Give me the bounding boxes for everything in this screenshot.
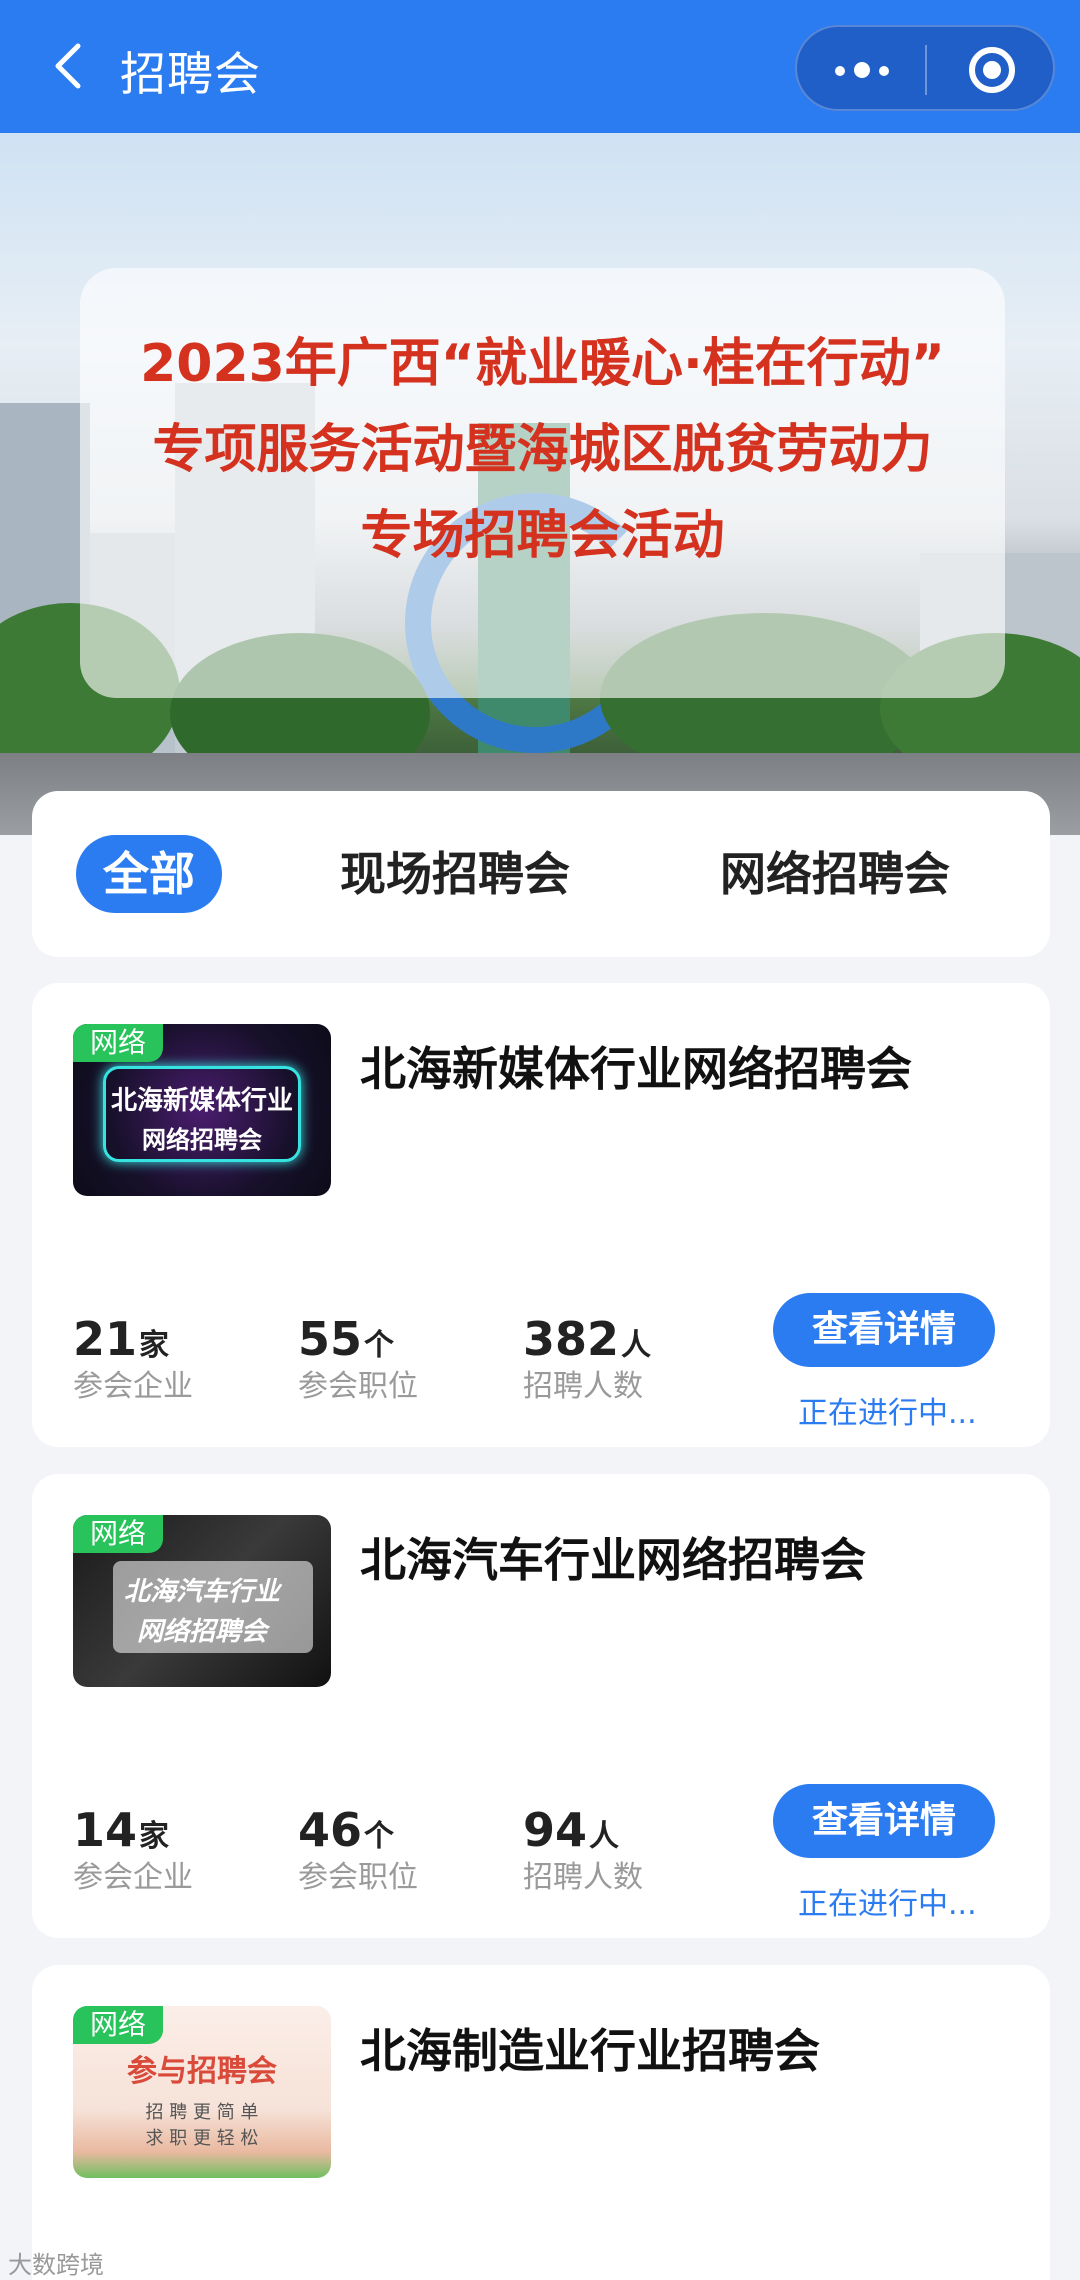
stat-label: 招聘人数 [523,1369,643,1404]
stat-unit: 个 [364,1819,395,1854]
thumbnail-text: 北海汽车行业 [123,1577,280,1607]
thumbnail-text: 招 聘 更 简 单 [145,2102,259,2123]
target-circle-icon[interactable] [927,27,1055,113]
stat-value: 382 [523,1312,620,1366]
banner-line: 专项服务活动暨海城区脱贫劳动力 [152,420,933,480]
fair-title: 北海新媒体行业网络招聘会 [360,1042,912,1096]
fair-thumbnail: 北海汽车行业 网络招聘会 网络 [73,1515,331,1687]
stat-companies: 14家 参会企业 [73,1804,193,1900]
stat-companies: 21家 参会企业 [73,1313,193,1409]
status-text: 正在进行中... [798,1396,977,1431]
stat-label: 参会职位 [298,1860,418,1895]
fair-title: 北海制造业行业招聘会 [360,2024,820,2078]
stat-unit: 家 [139,1819,170,1854]
stat-label: 参会企业 [73,1369,193,1404]
filter-tabs: 全部 现场招聘会 网络招聘会 [32,791,1050,957]
stat-unit: 家 [139,1328,170,1363]
tab-onsite-fairs[interactable]: 现场招聘会 [340,835,570,913]
stat-value: 94 [523,1803,588,1857]
online-tag: 网络 [73,2006,163,2044]
thumbnail-text: 求 职 更 轻 松 [145,2128,259,2149]
job-fair-card[interactable]: 北海新媒体行业 网络招聘会 网络 北海新媒体行业网络招聘会 21家 参会企业 5… [32,983,1050,1447]
banner-line: 专场招聘会活动 [360,506,725,566]
online-tag: 网络 [73,1515,163,1553]
banner-headline: 2023年广西“就业暖心·桂在行动” 专项服务活动暨海城区脱贫劳动力 专场招聘会… [80,321,1005,579]
stat-positions: 46个 参会职位 [298,1804,418,1900]
stat-label: 招聘人数 [523,1860,643,1895]
thumbnail-text: 北海新媒体行业 [110,1086,293,1116]
fair-thumbnail: 参与招聘会 招 聘 更 简 单 求 职 更 轻 松 网络 [73,2006,331,2178]
banner-line: 2023年广西“就业暖心·桂在行动” [140,334,945,394]
watermark: 大数跨境 [8,2251,104,2279]
stat-label: 参会职位 [298,1369,418,1404]
page-title: 招聘会 [120,47,261,101]
online-tag: 网络 [73,1024,163,1062]
thumbnail-text: 参与招聘会 [127,2054,277,2089]
job-fair-card[interactable]: 北海汽车行业 网络招聘会 网络 北海汽车行业网络招聘会 14家 参会企业 46个… [32,1474,1050,1938]
stat-positions: 55个 参会职位 [298,1313,418,1409]
mini-program-capsule [795,25,1055,111]
stat-unit: 人 [589,1819,620,1854]
status-text: 正在进行中... [798,1887,977,1922]
view-details-button[interactable]: 查看详情 [773,1293,995,1367]
stat-hires: 94人 招聘人数 [523,1804,643,1900]
thumbnail-text: 网络招聘会 [142,1126,262,1154]
fair-thumbnail: 北海新媒体行业 网络招聘会 网络 [73,1024,331,1196]
fair-title: 北海汽车行业网络招聘会 [360,1533,866,1587]
job-fair-card[interactable]: 参与招聘会 招 聘 更 简 单 求 职 更 轻 松 网络 北海制造业行业招聘会 [32,1965,1050,2280]
event-banner[interactable]: 2023年广西“就业暖心·桂在行动” 专项服务活动暨海城区脱贫劳动力 专场招聘会… [0,133,1080,835]
stat-label: 参会企业 [73,1860,193,1895]
stat-value: 55 [298,1312,363,1366]
more-dots-icon[interactable] [797,27,925,113]
stat-value: 14 [73,1803,138,1857]
stat-hires: 382人 招聘人数 [523,1313,651,1409]
stat-value: 21 [73,1312,138,1366]
top-bar: 招聘会 [0,0,1080,133]
stat-unit: 个 [364,1328,395,1363]
thumbnail-text: 网络招聘会 [136,1617,267,1647]
stat-unit: 人 [621,1328,652,1363]
tab-online-fairs[interactable]: 网络招聘会 [720,835,950,913]
stat-value: 46 [298,1803,363,1857]
view-details-button[interactable]: 查看详情 [773,1784,995,1858]
chevron-left-icon[interactable] [40,36,100,96]
tab-all[interactable]: 全部 [76,835,222,913]
